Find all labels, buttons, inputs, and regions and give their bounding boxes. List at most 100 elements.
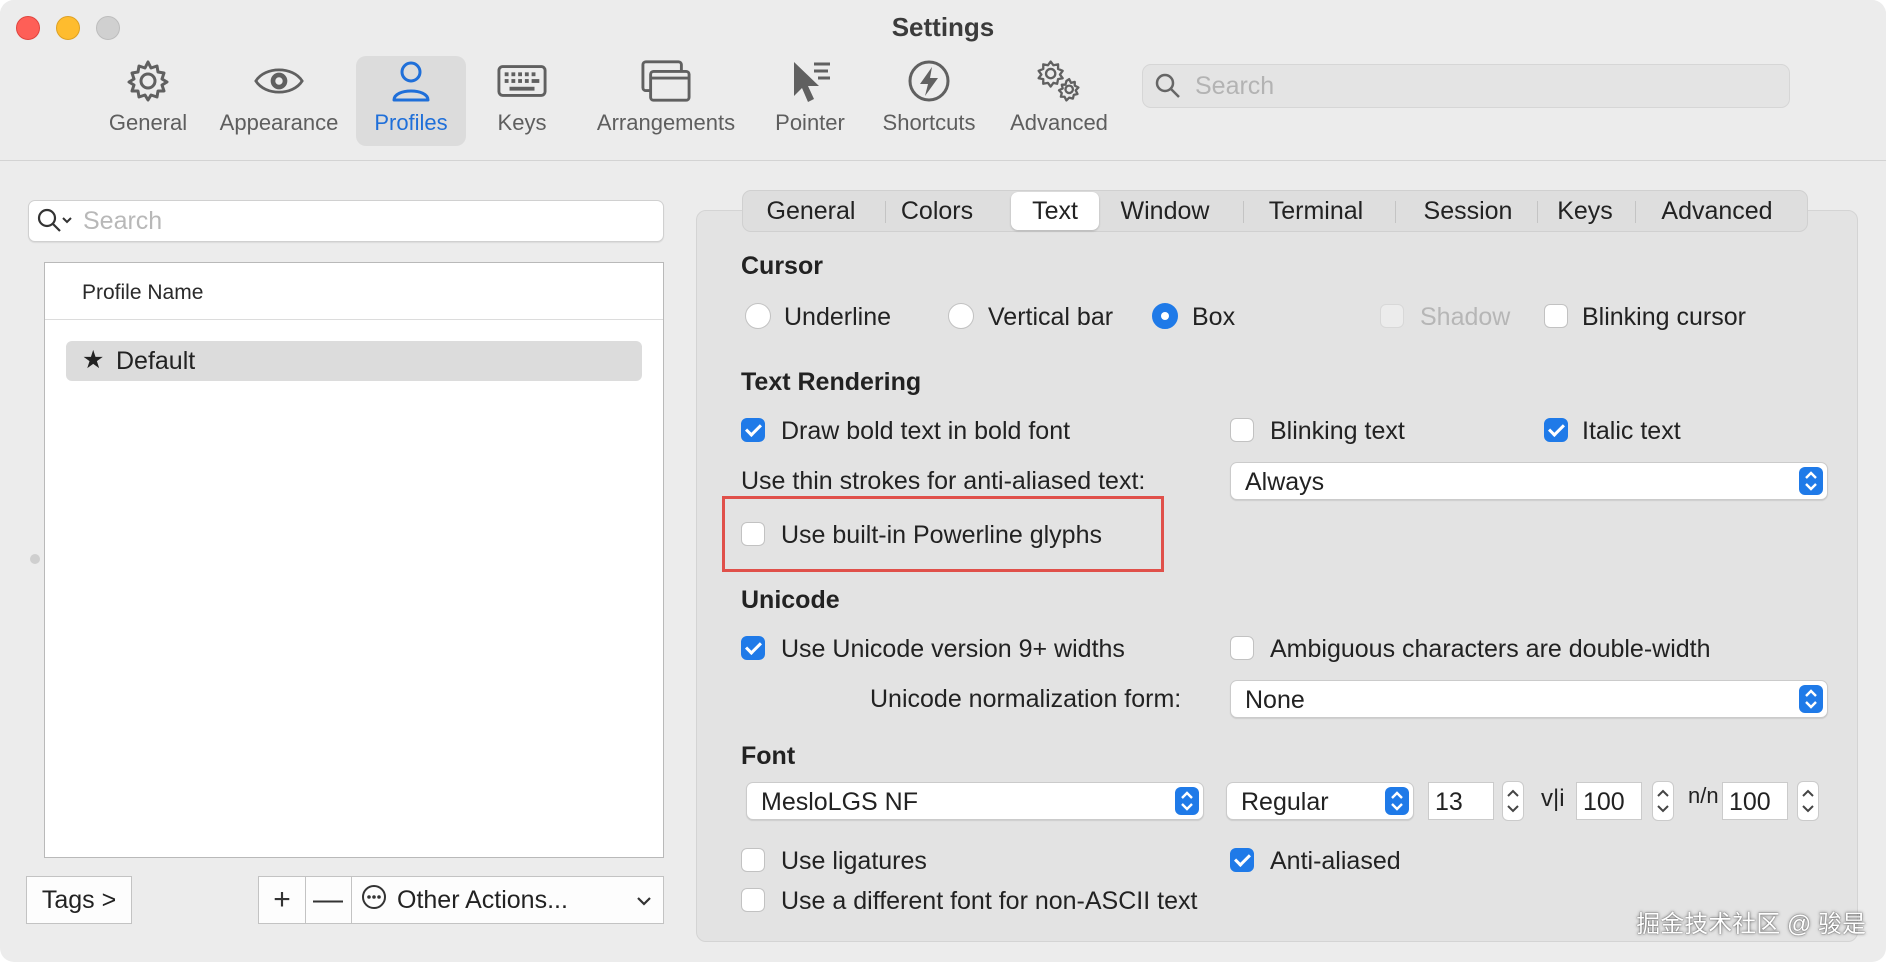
tab-text[interactable]: Text bbox=[1011, 192, 1099, 230]
radio-label-vertical-bar[interactable]: Vertical bar bbox=[988, 303, 1113, 332]
toolbar-label: Profiles bbox=[374, 110, 448, 135]
label-non-ascii-font[interactable]: Use a different font for non-ASCII text bbox=[781, 887, 1197, 916]
settings-window: Settings General Appearance Profiles Key… bbox=[0, 0, 1886, 962]
pointer-icon bbox=[785, 56, 835, 106]
search-icon bbox=[1155, 73, 1181, 104]
toolbar-label: Keys bbox=[497, 110, 547, 135]
font-family-popup[interactable]: MesloLGS NF bbox=[746, 782, 1204, 820]
radio-label-underline[interactable]: Underline bbox=[784, 303, 891, 332]
radio-label-box[interactable]: Box bbox=[1192, 303, 1235, 332]
vertical-spacing-field[interactable]: 100 bbox=[1722, 782, 1788, 820]
tab-general[interactable]: General bbox=[743, 191, 879, 231]
label-use-ligatures[interactable]: Use ligatures bbox=[781, 847, 927, 876]
label-bold-font[interactable]: Draw bold text in bold font bbox=[781, 417, 1070, 446]
label-blinking-text[interactable]: Blinking text bbox=[1270, 417, 1405, 446]
checkbox-italic-text[interactable] bbox=[1544, 418, 1568, 442]
person-icon bbox=[386, 56, 436, 106]
toolbar-item-pointer[interactable]: Pointer bbox=[762, 56, 858, 146]
checkbox-ambiguous-double-width[interactable] bbox=[1230, 636, 1254, 660]
checkbox-use-ligatures[interactable] bbox=[741, 848, 765, 872]
section-title-font: Font bbox=[741, 742, 796, 770]
tab-advanced[interactable]: Advanced bbox=[1643, 191, 1791, 231]
toolbar-item-profiles[interactable]: Profiles bbox=[356, 56, 466, 146]
search-icon bbox=[37, 208, 77, 239]
gear-icon bbox=[123, 56, 173, 106]
toolbar-item-keys[interactable]: Keys bbox=[482, 56, 562, 146]
font-size-field[interactable]: 13 bbox=[1428, 782, 1494, 820]
checkbox-blinking-text[interactable] bbox=[1230, 418, 1254, 442]
profile-row-default[interactable]: ★ Default bbox=[66, 341, 642, 381]
label-ambiguous-double-width[interactable]: Ambiguous characters are double-width bbox=[1270, 635, 1711, 664]
checkbox-non-ascii-font[interactable] bbox=[741, 888, 765, 912]
section-title-unicode: Unicode bbox=[741, 586, 840, 614]
updown-arrows-icon bbox=[1175, 787, 1199, 815]
horizontal-spacing-stepper[interactable] bbox=[1652, 781, 1674, 821]
radio-cursor-box[interactable] bbox=[1152, 303, 1178, 329]
checkbox-unicode-widths[interactable] bbox=[741, 636, 765, 660]
profile-table: Profile Name ★ Default bbox=[44, 262, 664, 858]
settings-search-field[interactable] bbox=[1142, 64, 1790, 108]
horizontal-spacing-value: 100 bbox=[1583, 788, 1625, 816]
vertical-spacing-stepper[interactable] bbox=[1797, 781, 1819, 821]
font-family-value: MesloLGS NF bbox=[761, 788, 918, 816]
profile-search-input[interactable] bbox=[81, 205, 645, 237]
windows-icon bbox=[641, 56, 691, 106]
checkbox-bold-font[interactable] bbox=[741, 418, 765, 442]
remove-profile-button[interactable]: — bbox=[305, 877, 352, 923]
font-style-popup[interactable]: Regular bbox=[1226, 782, 1414, 820]
eye-icon bbox=[254, 56, 304, 106]
profile-search-field[interactable] bbox=[28, 200, 664, 242]
other-actions-label: Other Actions... bbox=[397, 885, 568, 914]
checkbox-blinking-cursor[interactable] bbox=[1544, 304, 1568, 328]
horizontal-spacing-field[interactable]: 100 bbox=[1576, 782, 1642, 820]
label-anti-aliased[interactable]: Anti-aliased bbox=[1270, 847, 1401, 876]
toolbar-item-shortcuts[interactable]: Shortcuts bbox=[874, 56, 984, 146]
label-unicode-widths[interactable]: Use Unicode version 9+ widths bbox=[781, 635, 1125, 664]
ellipsis-circle-icon bbox=[361, 884, 387, 917]
toolbar-item-arrangements[interactable]: Arrangements bbox=[586, 56, 746, 146]
toolbar-label: Arrangements bbox=[596, 110, 736, 135]
thin-strokes-value: Always bbox=[1245, 468, 1325, 496]
vertical-spacing-glyph: n/n bbox=[1688, 783, 1719, 808]
profile-table-header[interactable]: Profile Name bbox=[45, 263, 663, 320]
updown-arrows-icon bbox=[1385, 787, 1409, 815]
label-blinking-cursor[interactable]: Blinking cursor bbox=[1582, 303, 1746, 332]
font-size-stepper[interactable] bbox=[1502, 781, 1524, 821]
gears-icon bbox=[1034, 56, 1084, 106]
toolbar-label: Appearance bbox=[219, 110, 339, 135]
toolbar-label: Pointer bbox=[775, 110, 845, 135]
updown-arrows-icon bbox=[1799, 467, 1823, 495]
chevron-down-icon bbox=[635, 889, 653, 918]
toolbar-item-advanced[interactable]: Advanced bbox=[1000, 56, 1118, 146]
toolbar-item-general[interactable]: General bbox=[100, 56, 196, 146]
thin-strokes-popup[interactable]: Always bbox=[1230, 462, 1828, 500]
other-actions-menu[interactable]: Other Actions... bbox=[351, 877, 663, 923]
column-header-profile-name: Profile Name bbox=[82, 281, 204, 304]
tab-colors[interactable]: Colors bbox=[887, 191, 987, 231]
add-profile-button[interactable]: + bbox=[259, 877, 306, 923]
tab-keys[interactable]: Keys bbox=[1543, 191, 1627, 231]
tab-session[interactable]: Session bbox=[1409, 191, 1527, 231]
toolbar-item-appearance[interactable]: Appearance bbox=[212, 56, 346, 146]
tags-button[interactable]: Tags > bbox=[26, 876, 132, 924]
window-title: Settings bbox=[891, 12, 995, 42]
toolbar-label: Shortcuts bbox=[882, 110, 976, 135]
tab-terminal[interactable]: Terminal bbox=[1251, 191, 1381, 231]
profile-actions-bar: + — Other Actions... bbox=[258, 876, 664, 924]
section-title-cursor: Cursor bbox=[741, 252, 823, 280]
toolbar: Settings General Appearance Profiles Key… bbox=[0, 0, 1886, 161]
font-style-value: Regular bbox=[1241, 788, 1329, 816]
unicode-normalization-value: None bbox=[1245, 686, 1305, 714]
label-italic-text[interactable]: Italic text bbox=[1582, 417, 1681, 446]
radio-cursor-underline[interactable] bbox=[745, 303, 771, 329]
settings-search-input[interactable] bbox=[1193, 69, 1767, 103]
split-view-handle[interactable] bbox=[30, 554, 40, 564]
radio-cursor-vertical-bar[interactable] bbox=[948, 303, 974, 329]
label-unicode-normalization: Unicode normalization form: bbox=[870, 685, 1182, 713]
keyboard-icon bbox=[497, 56, 547, 106]
unicode-normalization-popup[interactable]: None bbox=[1230, 680, 1828, 718]
checkbox-anti-aliased[interactable] bbox=[1230, 848, 1254, 872]
vertical-spacing-value: 100 bbox=[1729, 788, 1771, 816]
tab-window[interactable]: Window bbox=[1109, 191, 1221, 231]
checkbox-cursor-shadow bbox=[1380, 304, 1404, 328]
